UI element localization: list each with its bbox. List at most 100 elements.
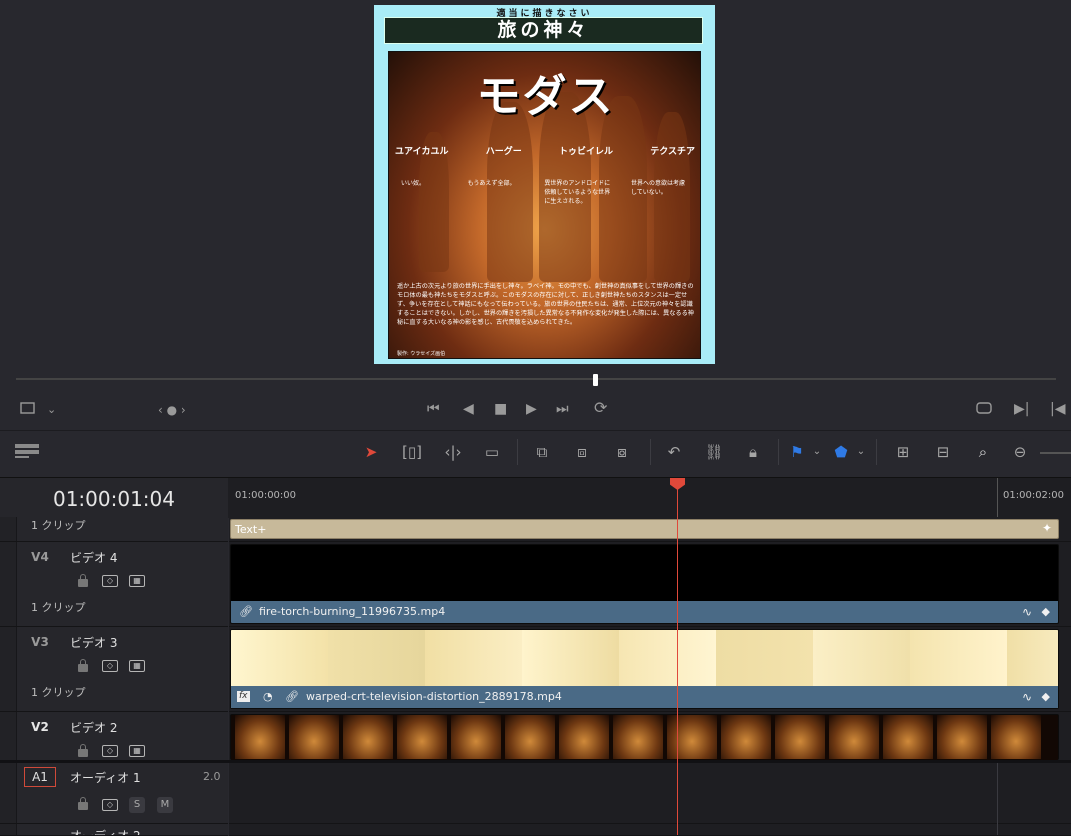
play-icon[interactable]: ▶ (526, 401, 537, 417)
zoom-out-icon[interactable]: ⊖ (1013, 441, 1027, 463)
frame-icon[interactable] (19, 401, 36, 419)
track-name: オーディオ 1 (70, 771, 141, 785)
timeline-header: 01:00:01:04 01:00:00:00 01:00:02:00 (0, 477, 1071, 518)
track-clip-count: 1 クリップ (31, 686, 86, 699)
edit-toolbar: ➤ [▯] ‹|› ▭ ⧉ ⧈ ⧇ ↶ ⛓ 🔒︎ ⚑ ⌄ ⬟ ⌄ ⊞ ⊟ ⌕ ⊖ (0, 430, 1071, 475)
ruler-tick (997, 478, 998, 518)
keyframe-icon[interactable]: ◆ (1042, 686, 1050, 708)
zoom-custom-icon[interactable]: ⌕ (968, 441, 998, 463)
lock-icon[interactable] (78, 574, 88, 587)
track-name: ビデオ 2 (70, 721, 118, 735)
auto-select-icon[interactable]: ◇ (102, 745, 118, 757)
fire-torch-clip[interactable]: 🔗︎ fire-torch-burning_11996735.mp4 ∿ ◆ (230, 544, 1059, 624)
blade-tool-icon[interactable]: ▭ (480, 441, 504, 463)
track-header-v4: V4 ビデオ 4 ◇ ▦ 1 クリップ (0, 542, 228, 627)
selection-tool-icon[interactable]: ➤ (362, 441, 380, 463)
lock-icon[interactable] (78, 744, 88, 757)
zoom-slider[interactable] (1040, 452, 1071, 454)
timeline-playhead[interactable] (677, 488, 678, 835)
disable-track-icon[interactable]: ▦ (129, 745, 145, 757)
marker-icon[interactable]: ⬟ (834, 441, 848, 463)
auto-select-icon[interactable]: ◇ (102, 799, 118, 811)
track-header-v2: V2 ビデオ 2 ◇ ▦ (0, 712, 228, 761)
mute-button[interactable]: M (157, 797, 173, 813)
track-id[interactable]: V3 (22, 633, 58, 651)
v2-video-clip[interactable] (230, 714, 1059, 760)
lock-icon[interactable] (78, 797, 88, 810)
solo-button[interactable]: S (129, 797, 145, 813)
poster-body-text: 遥か上古の次元より旅の世界に手出をし神々。ラベイ神。モの中でも、創世神の真似事を… (397, 283, 694, 326)
ruler-start-label: 01:00:00:00 (235, 490, 297, 501)
transport-bar: ⌄ ‹ ● › ⏮ ◀ ■ ▶ ⏭ ⟳ ▶| |◀ (0, 395, 1071, 423)
audio-channel-label: 2.0 (203, 770, 221, 783)
chevron-down-icon[interactable]: ⌄ (812, 441, 822, 463)
ruler-end-label: 01:00:02:00 (1003, 490, 1065, 501)
fx-icon[interactable]: fx (237, 691, 250, 702)
match-frame-icon[interactable] (975, 401, 993, 419)
timeline-view-options-icon[interactable] (14, 441, 40, 463)
track-id[interactable]: V4 (22, 548, 58, 566)
poster-god-names: ユアイカユル ハーグー トゥビイレル テクスチア (395, 144, 695, 157)
lock-icon[interactable] (78, 659, 88, 672)
speed-icon[interactable]: ◔ (263, 686, 273, 708)
viewer-frame: 適当に描きなさい 旅の神々 モダス ユアイカユル ハーグー トゥビイレル テクス… (374, 5, 715, 364)
viewer: 適当に描きなさい 旅の神々 モダス ユアイカユル ハーグー トゥビイレル テクス… (0, 0, 1071, 368)
track-id[interactable]: A1 (24, 767, 56, 787)
insert-clip-icon[interactable]: ⧉ (529, 441, 555, 463)
curve-icon[interactable]: ∿ (1022, 601, 1032, 623)
keyframe-icon[interactable]: ◆ (1042, 601, 1050, 623)
flag-icon[interactable]: ⚑ (790, 441, 804, 463)
viewer-scrub-bar[interactable] (16, 378, 1056, 380)
chevron-down-icon[interactable]: ⌄ (856, 441, 866, 463)
poster-artwork: モダス ユアイカユル ハーグー トゥビイレル テクスチア いい奴。 もうあえず全… (388, 51, 701, 359)
clip-label-bar: fx ◔ 🔗︎ warped-crt-television-distortion… (231, 686, 1058, 708)
track-lane-a1 (229, 763, 1071, 824)
track-clip-count: 1 クリップ (31, 601, 86, 614)
play-reverse-icon[interactable]: ◀ (463, 401, 474, 417)
linked-selection-icon[interactable]: ⛓ (703, 441, 725, 463)
curve-icon[interactable]: ∿ (1022, 686, 1032, 708)
timeline-timecode[interactable]: 01:00:01:04 (0, 478, 228, 518)
poster-main-title: モダス (476, 71, 615, 122)
dynamic-trim-icon[interactable]: ‹|› (440, 441, 466, 463)
position-lock-icon[interactable]: 🔒︎ (742, 441, 764, 463)
track-id[interactable]: V2 (22, 718, 58, 736)
stop-icon[interactable]: ■ (494, 401, 507, 417)
god-desc: 世界への意欲は考慮していない。 (630, 180, 685, 196)
next-edit-icon[interactable]: ▶| (1014, 401, 1029, 417)
god-desc: もうあえず全部。 (467, 180, 516, 187)
track-clip-count: 1 クリップ (31, 519, 86, 532)
disable-track-icon[interactable]: ▦ (129, 575, 145, 587)
go-to-start-icon[interactable]: ⏮ (427, 401, 440, 417)
snapping-icon[interactable]: ↶ (664, 441, 684, 463)
disable-track-icon[interactable]: ▦ (129, 660, 145, 672)
last-frame-icon[interactable]: |◀ (1050, 401, 1065, 417)
go-to-end-icon[interactable]: ⏭ (556, 401, 569, 417)
zoom-full-icon[interactable]: ⊞ (888, 441, 918, 463)
link-icon: 🔗︎ (239, 605, 253, 618)
loop-icon[interactable]: ⟳ (594, 400, 607, 416)
viewer-playhead-handle[interactable] (593, 374, 598, 386)
timeline-end-marker (997, 763, 998, 835)
clip-nav-dots[interactable]: ‹ ● › (158, 402, 186, 418)
replace-clip-icon[interactable]: ⧇ (608, 441, 636, 463)
god-desc: いい奴。 (401, 180, 426, 187)
auto-select-icon[interactable]: ◇ (102, 660, 118, 672)
track-header-a1: A1 オーディオ 1 2.0 ◇ S M (0, 763, 228, 824)
track-name: ビデオ 4 (70, 551, 118, 565)
auto-select-icon[interactable]: ◇ (102, 575, 118, 587)
god-name: テクスチア (650, 147, 695, 157)
overwrite-clip-icon[interactable]: ⧈ (570, 441, 594, 463)
trim-tool-icon[interactable]: [▯] (398, 441, 426, 463)
track-lane-a2 (229, 824, 1071, 836)
text-plus-clip[interactable]: Text+ ✦ (230, 519, 1059, 539)
crt-distortion-clip[interactable]: fx ◔ 🔗︎ warped-crt-television-distortion… (230, 629, 1059, 709)
poster-god-descriptions: いい奴。 もうあえず全部。 異世界のアンドロイドに依頼しているような世界に生えさ… (401, 178, 691, 205)
zoom-detail-icon[interactable]: ⊟ (928, 441, 958, 463)
god-name: ハーグー (485, 147, 522, 157)
chevron-down-icon[interactable]: ⌄ (47, 402, 56, 418)
timeline-ruler[interactable]: 01:00:00:00 01:00:02:00 (229, 478, 1071, 518)
link-icon: 🔗︎ (285, 690, 299, 703)
clip-label-bar: 🔗︎ fire-torch-burning_11996735.mp4 ∿ ◆ (231, 601, 1058, 623)
clip-name: warped-crt-television-distortion_2889178… (306, 690, 562, 703)
